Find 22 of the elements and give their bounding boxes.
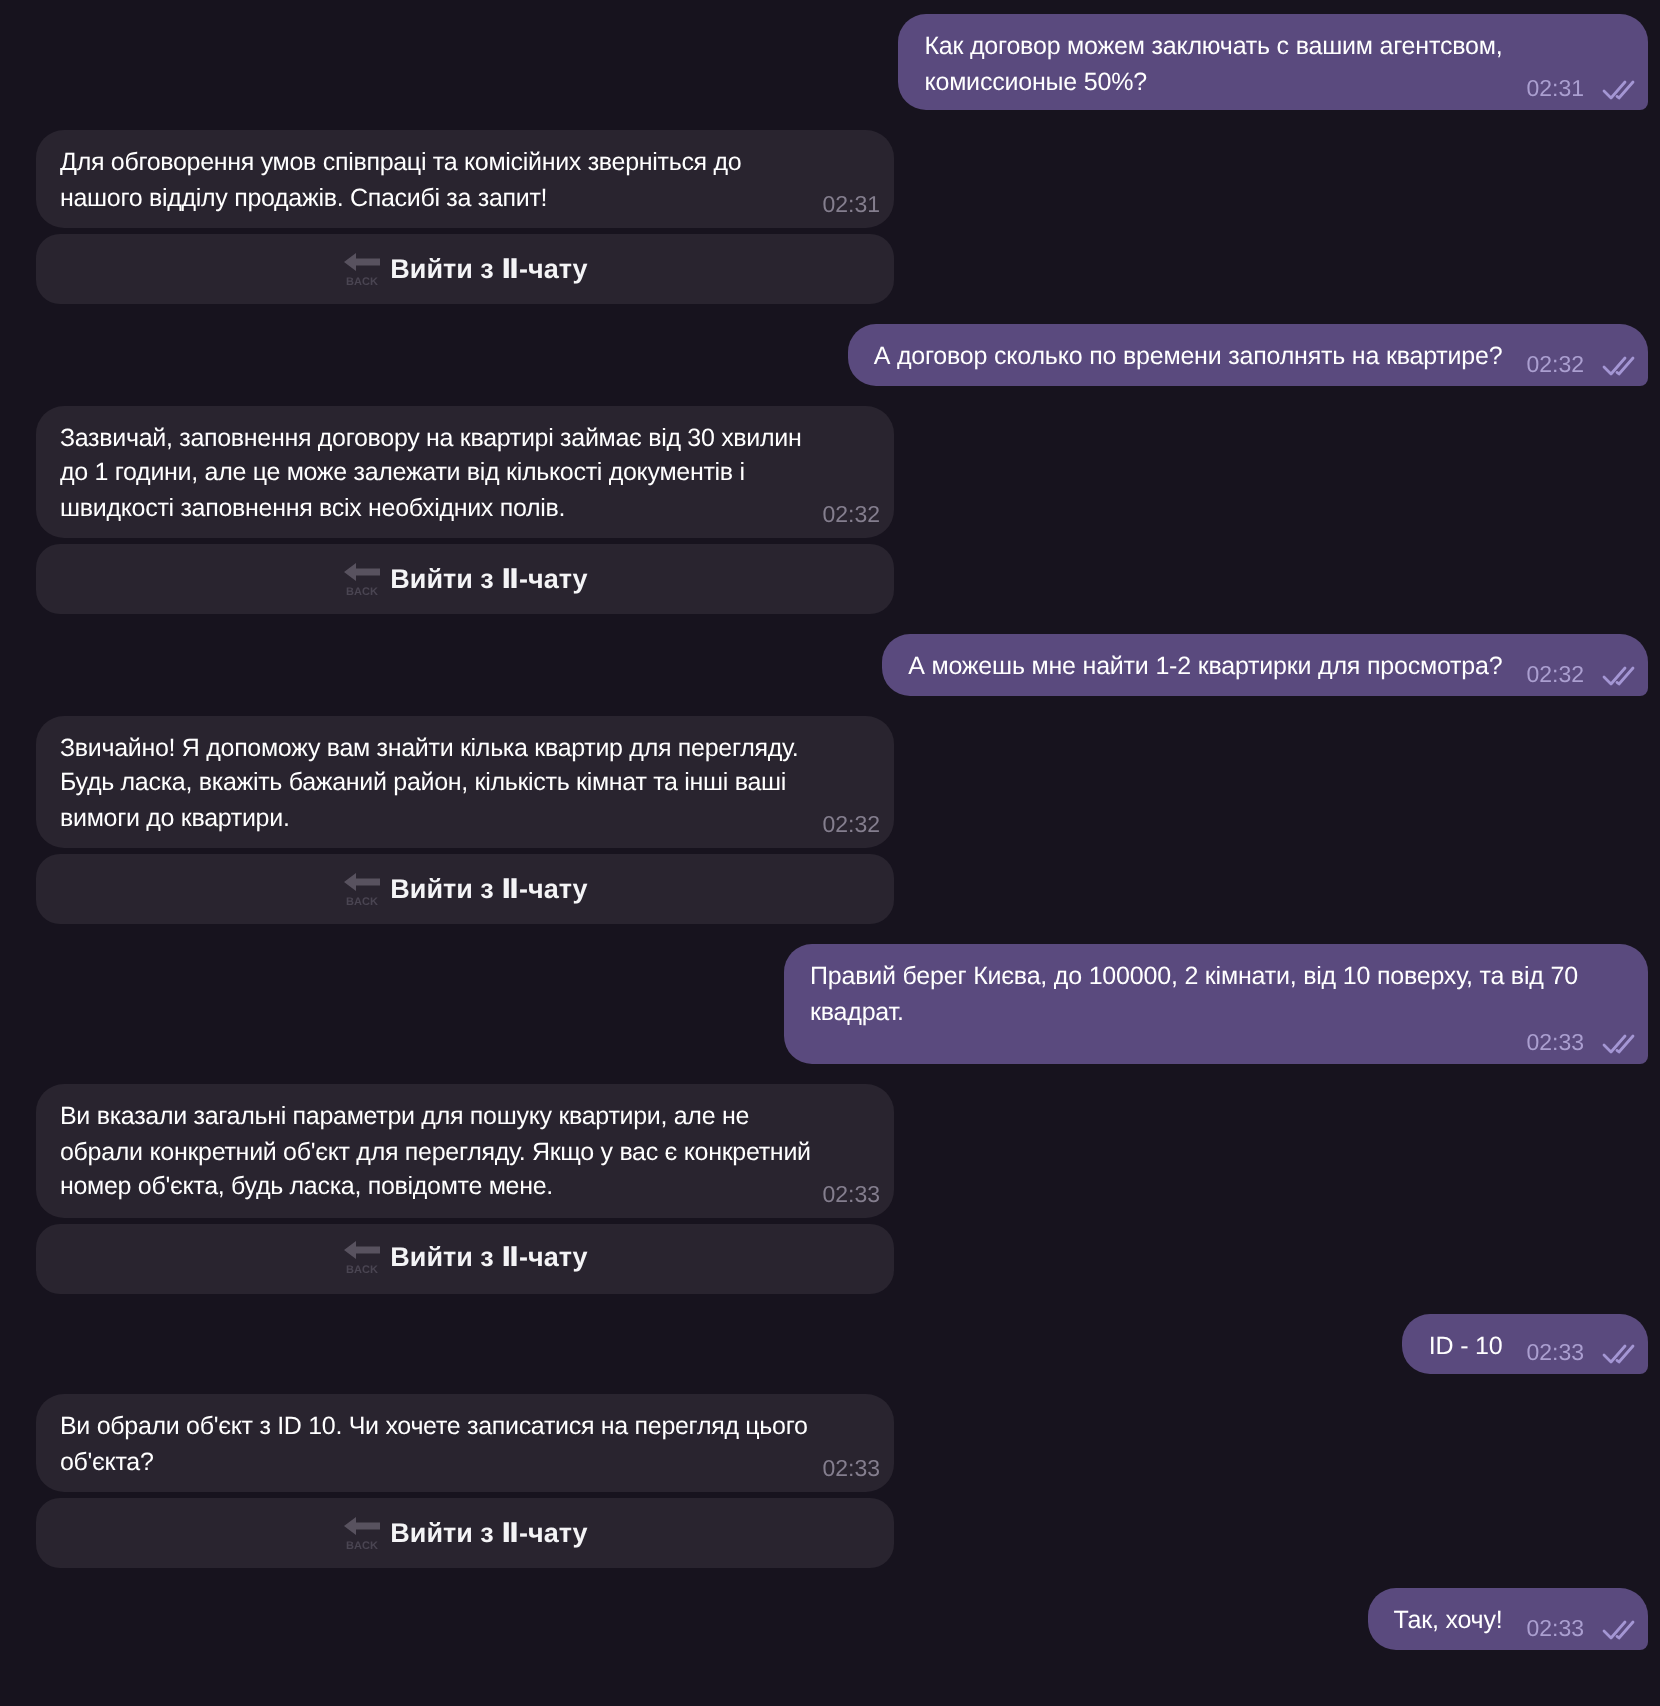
message-time: 02:33 <box>822 1181 880 1209</box>
message-time: 02:32 <box>1526 351 1584 379</box>
message-text: Ви обрали об'єкт з ID 10. Чи хочете записатися на перегляд цього об'єкта? <box>60 1410 810 1479</box>
message-time: 02:33 <box>1526 1340 1584 1368</box>
message-time: 02:33 <box>822 1456 880 1484</box>
message-text: ID - 10 <box>1428 1329 1503 1363</box>
message-text: Так, хочу! <box>1393 1604 1503 1638</box>
message-text: Ви вказали загальні параметри для пошуку квартири, але не обрали конкретний об'єкт для перегляду. Якщо у вас є конкретний номер об'єкта, будь ласка, повідомте мене. <box>60 1100 813 1204</box>
message-time: 02:32 <box>1526 661 1584 689</box>
message-text: Как договор можем заключать с вашим агентсвом, комиссионые 50%? <box>924 30 1503 99</box>
message-time: 02:33 <box>1526 1030 1584 1058</box>
message-time: 02:33 <box>1526 1615 1584 1643</box>
message-text: Зазвичай, заповнення договору на квартирі займає від 30 хвилин до 1 години, але це може залежати від кількості документів і швидкості заповнення всіх необхідних полів. <box>60 421 804 525</box>
message-time: 02:31 <box>1526 76 1584 104</box>
message-text: Звичайно! Я допоможу вам знайти кілька квартир для перегляду. Будь ласка, вкажіть бажаний район, кількість кімнат та інші ваші вимоги до квартири. <box>60 731 801 836</box>
message-text: Для обговорення умов співпраці та комісійних зверніться до нашого відділу продажів. Спасибі за запит! <box>60 146 744 216</box>
message-time: 02:31 <box>822 192 880 220</box>
message-text: А можешь мне найти 1-2 квартирки для просмотра? <box>908 650 1503 684</box>
message-text: Правий берег Києва, до 100000, 2 кімнати, від 10 поверху, та від 70 квадрат. <box>810 960 1580 1030</box>
message-time: 02:32 <box>822 812 880 840</box>
message-text: А договор сколько по времени заполнять на квартире? <box>873 340 1503 374</box>
message-time: 02:32 <box>822 502 880 530</box>
